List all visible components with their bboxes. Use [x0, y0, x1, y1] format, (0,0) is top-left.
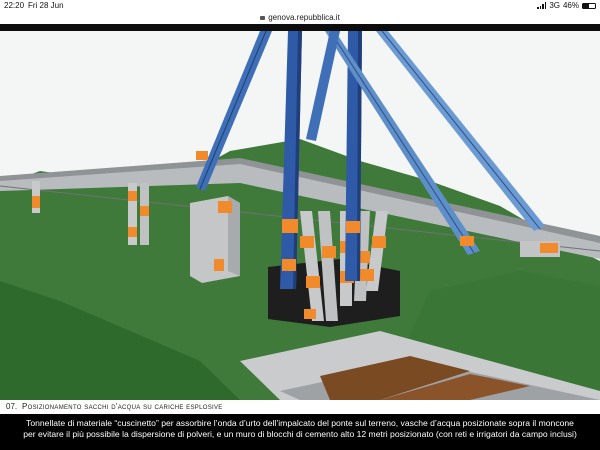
address-bar[interactable]: genova.repubblica.it	[0, 12, 600, 24]
article-subtitle: Tonnellate di materiale “cuscinetto” per…	[0, 418, 600, 440]
figure-caption-text: Posizionamento sacchi d'acqua su cariche…	[22, 402, 223, 411]
network-label: 3G	[549, 1, 560, 10]
signal-icon	[537, 2, 547, 9]
status-date: Fri 28 Jun	[28, 1, 64, 10]
battery-icon	[582, 2, 596, 9]
status-bar: 22:20 Fri 28 Jun 3G 46%	[0, 0, 600, 12]
status-time: 22:20	[4, 1, 25, 10]
subtitle-line-2: per evitare il più possibile la dispersi…	[23, 429, 577, 439]
url-text: genova.repubblica.it	[268, 13, 340, 22]
battery-label: 46%	[562, 1, 579, 10]
figure-number: 07.	[6, 402, 18, 411]
subtitle-line-1: Tonnellate di materiale “cuscinetto” per…	[26, 418, 574, 428]
toolbar-divider	[0, 24, 600, 31]
status-right: 3G 46%	[537, 1, 596, 10]
figure-caption: 07. Posizionamento sacchi d'acqua su car…	[0, 400, 600, 414]
bridge-render-image	[0, 31, 600, 400]
lock-icon	[260, 16, 266, 20]
